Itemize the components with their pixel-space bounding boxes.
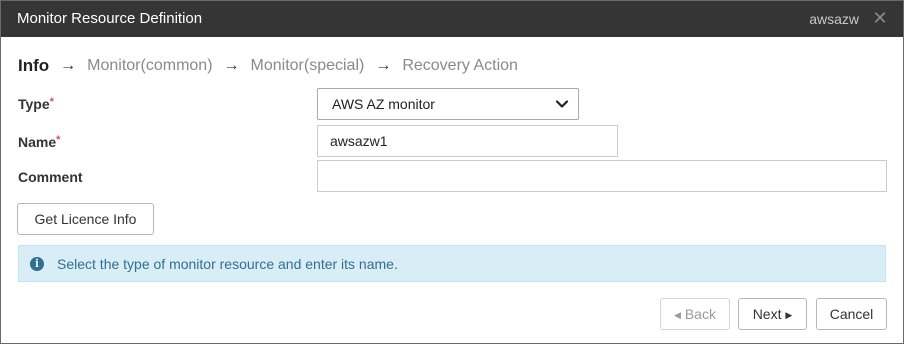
step-arrow-icon: → <box>60 57 77 74</box>
wizard-steps: Info → Monitor(common) → Monitor(special… <box>18 55 518 77</box>
next-button-label: Next <box>752 306 782 322</box>
name-input[interactable] <box>317 125 618 157</box>
type-label-text: Type <box>18 96 50 112</box>
next-button[interactable]: Next ▶ <box>738 298 807 330</box>
cancel-button[interactable]: Cancel <box>816 298 887 330</box>
info-alert: i Select the type of monitor resource an… <box>18 245 886 282</box>
step-arrow-icon: → <box>223 57 240 74</box>
back-arrow-icon: ◀ <box>674 310 681 320</box>
comment-label-text: Comment <box>18 169 83 185</box>
close-icon[interactable]: ✕ <box>871 9 889 27</box>
info-icon: i <box>30 257 44 271</box>
step-monitor-common: Monitor(common) <box>87 57 213 74</box>
dialog-titlebar: Monitor Resource Definition awsazw ✕ <box>1 1 903 37</box>
dialog-title: Monitor Resource Definition <box>17 10 203 27</box>
name-label-text: Name <box>18 134 57 150</box>
step-recovery-action: Recovery Action <box>402 57 518 74</box>
get-licence-info-button[interactable]: Get Licence Info <box>17 203 154 235</box>
type-select[interactable]: AWS AZ monitor <box>317 88 579 120</box>
step-monitor-special: Monitor(special) <box>250 57 365 74</box>
required-mark: * <box>49 96 54 108</box>
monitor-resource-dialog: Monitor Resource Definition awsazw ✕ Inf… <box>0 0 904 344</box>
comment-input[interactable] <box>317 160 887 192</box>
step-info: Info <box>18 56 50 75</box>
comment-label: Comment <box>18 169 83 185</box>
step-arrow-icon: → <box>375 57 392 74</box>
alert-message: Select the type of monitor resource and … <box>57 256 398 272</box>
back-button-label: Back <box>684 306 716 322</box>
required-mark: * <box>56 134 61 146</box>
type-label: Type* <box>18 96 54 112</box>
name-label: Name* <box>18 134 60 150</box>
type-select-value: AWS AZ monitor <box>332 96 435 112</box>
chevron-down-icon <box>555 100 569 108</box>
next-arrow-icon: ▶ <box>785 310 793 320</box>
back-button[interactable]: ◀ Back <box>660 298 730 330</box>
resource-name-label: awsazw <box>809 11 859 27</box>
